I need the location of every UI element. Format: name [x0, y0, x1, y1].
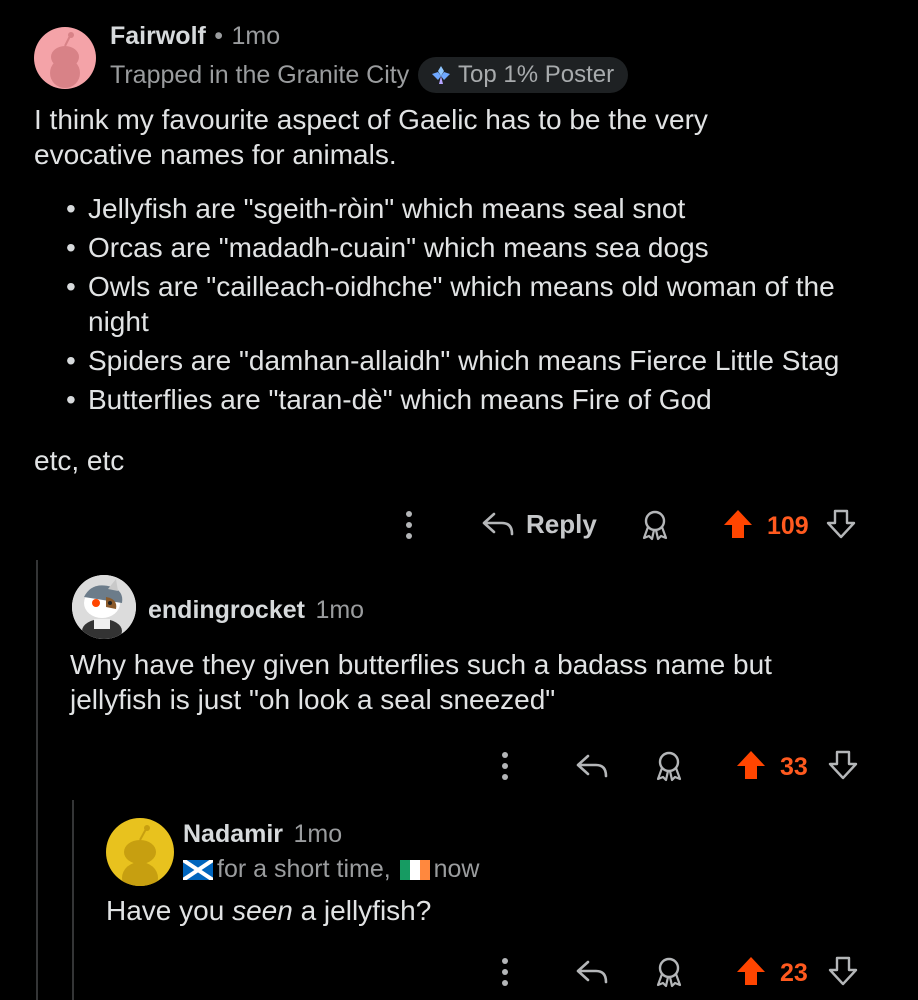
username[interactable]: Fairwolf — [110, 22, 206, 50]
scotland-flag-icon — [181, 858, 215, 882]
overflow-dots-icon[interactable] — [502, 752, 508, 780]
list-item: Jellyfish are "sgeith-ròin" which means … — [66, 191, 896, 226]
list-item: Orcas are "madadh-cuain" which means sea… — [66, 230, 896, 265]
upvote-arrow-icon[interactable] — [734, 954, 768, 993]
list-item: Owls are "cailleach-oidhche" which means… — [66, 269, 896, 339]
flair-text-2: now — [433, 855, 480, 883]
comment-header-endingrocket: endingrocket 1mo — [148, 596, 364, 625]
comment-header-nadamir: Nadamir 1mo — [183, 820, 342, 849]
comment-header-fairwolf: Fairwolf • 1mo — [110, 22, 280, 51]
badge-label: Top 1% Poster — [458, 61, 615, 88]
reply-arrow-icon — [480, 508, 516, 540]
reply-button[interactable] — [574, 750, 610, 787]
upvote-arrow-icon[interactable] — [721, 507, 755, 546]
avatar-endingrocket[interactable] — [72, 575, 136, 639]
list-item: Spiders are "damhan-allaidh" which means… — [66, 343, 896, 378]
comment-outro: etc, etc — [34, 445, 125, 476]
award-icon[interactable] — [652, 749, 686, 788]
user-flair: for a short time, now — [181, 855, 480, 884]
thread-line-level2[interactable] — [72, 800, 74, 1000]
reply-label: Reply — [526, 508, 597, 539]
list-item: Butterflies are "taran-dè" which means F… — [66, 382, 896, 417]
username[interactable]: Nadamir — [183, 820, 283, 848]
flair-text-1: for a short time, — [217, 855, 391, 883]
separator-dot: • — [214, 22, 224, 50]
comment-intro: I think my favourite aspect of Gaelic ha… — [34, 104, 708, 170]
thread-line-level1[interactable] — [36, 560, 38, 1000]
text-after: a jellyfish? — [292, 895, 432, 926]
username[interactable]: endingrocket — [148, 596, 305, 624]
animal-list: Jellyfish are "sgeith-ròin" which means … — [66, 191, 896, 421]
avatar-nadamir[interactable] — [106, 818, 174, 886]
vote-count: 109 — [767, 512, 809, 540]
downvote-arrow-icon[interactable] — [826, 748, 860, 787]
overflow-dots-icon[interactable] — [406, 511, 412, 539]
comment-age: 1mo — [231, 22, 281, 50]
top-poster-badge[interactable]: Top 1% Poster — [418, 57, 629, 93]
vote-count: 23 — [780, 959, 808, 987]
text-before: Have you — [106, 895, 233, 926]
comment-age: 1mo — [293, 820, 343, 848]
vote-count: 33 — [780, 753, 808, 781]
text-emphasis: seen — [232, 895, 293, 926]
comment-age: 1mo — [315, 596, 365, 624]
ireland-flag-icon — [399, 858, 430, 880]
upvote-arrow-icon[interactable] — [734, 748, 768, 787]
downvote-arrow-icon[interactable] — [826, 954, 860, 993]
comment-text: Have you seen a jellyfish? — [106, 893, 431, 928]
downvote-arrow-icon[interactable] — [824, 507, 858, 546]
overflow-dots-icon[interactable] — [502, 958, 508, 986]
comment-text: Why have they given butterflies such a b… — [70, 649, 772, 715]
award-icon[interactable] — [652, 955, 686, 994]
user-flair: Trapped in the Granite City — [110, 61, 410, 89]
reply-button[interactable]: Reply — [480, 508, 597, 540]
avatar-fairwolf[interactable] — [34, 27, 96, 89]
award-icon[interactable] — [638, 508, 672, 547]
top-poster-badge-icon — [430, 64, 452, 86]
reply-button[interactable] — [574, 956, 610, 993]
